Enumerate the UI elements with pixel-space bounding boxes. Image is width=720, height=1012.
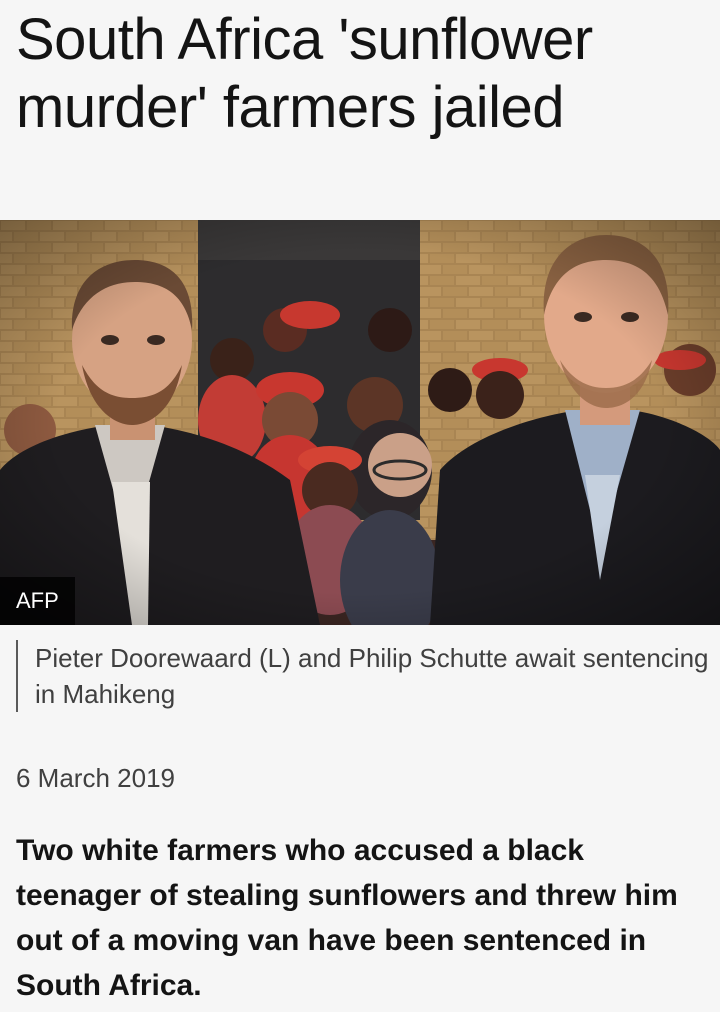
photo-caption: Pieter Doorewaard (L) and Philip Schutte…	[16, 640, 715, 712]
publish-date: 6 March 2019	[16, 763, 175, 793]
courtroom-photo-illustration	[0, 220, 720, 625]
article-lead: Two white farmers who accused a black te…	[16, 834, 678, 1002]
article-headline: South Africa 'sunflower murder' farmers …	[16, 7, 593, 140]
article-photo[interactable]: AFP	[0, 220, 720, 625]
photo-credit: AFP	[0, 577, 75, 625]
